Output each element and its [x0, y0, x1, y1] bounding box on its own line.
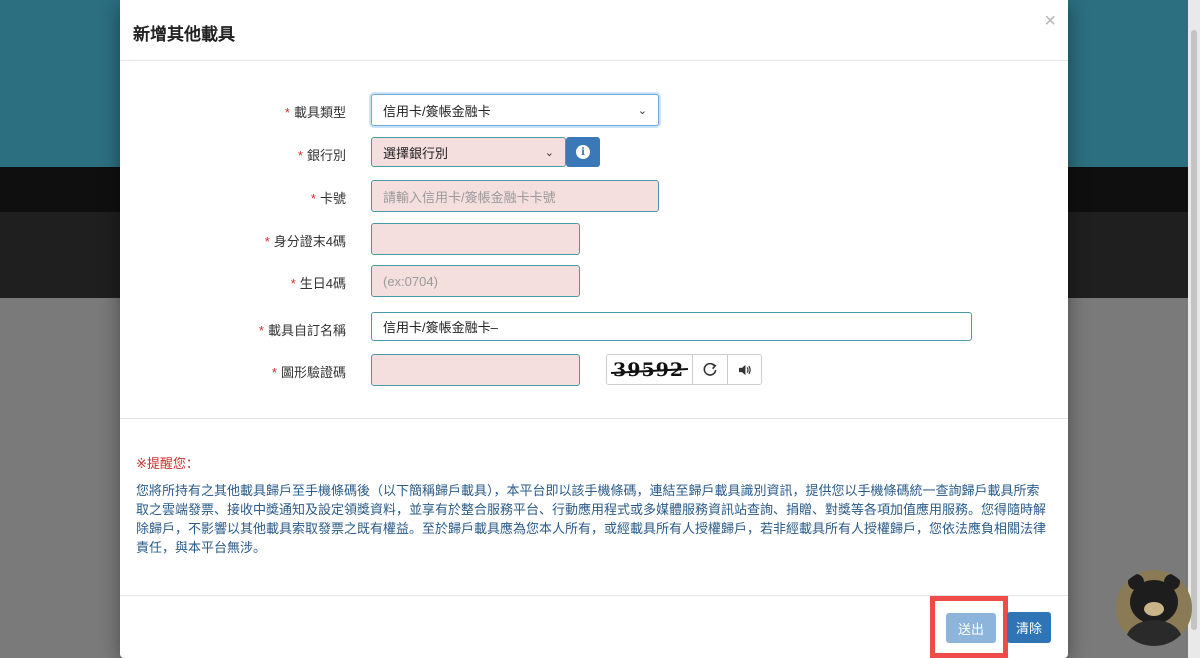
form-divider — [120, 418, 1068, 419]
close-icon[interactable]: × — [1044, 10, 1056, 33]
refresh-captcha-button[interactable] — [693, 355, 727, 384]
row-carrier-type: * 載具類型 信用卡/簽帳金融卡 ⌄ — [120, 94, 1068, 126]
mascot-body — [1126, 620, 1182, 646]
mascot-avatar[interactable] — [1116, 570, 1192, 646]
row-captcha: * 圖形驗證碼 — [120, 354, 1068, 386]
card-number-placeholder: 請輸入信用卡/簽帳金融卡卡號 — [383, 189, 556, 205]
birthday4-label: * 生日4碼 — [291, 273, 346, 292]
captcha-input[interactable] — [371, 354, 580, 386]
carrier-type-select[interactable]: 信用卡/簽帳金融卡 ⌄ — [371, 94, 659, 126]
required-mark: * — [264, 234, 270, 249]
reminder-text: 您將所持有之其他載具歸戶至手機條碼後（以下簡稱歸戶載具），本平台即以該手機條碼，… — [136, 483, 1047, 555]
custom-name-label: * 載具自訂名稱 — [259, 320, 346, 339]
birthday4-input[interactable]: (ex:0704) — [371, 265, 580, 297]
chevron-down-icon: ⌄ — [637, 104, 647, 117]
row-birthday4: * 生日4碼 (ex:0704) — [120, 265, 1068, 297]
card-number-label-text: 卡號 — [319, 191, 346, 206]
add-carrier-modal: 新增其他載具 × * 載具類型 信用卡/簽帳金融卡 ⌄ * 銀行別 選擇銀行別 ⌄ … — [120, 0, 1068, 658]
info-icon: i — [576, 145, 590, 159]
custom-name-input[interactable]: 信用卡/簽帳金融卡– — [371, 312, 972, 341]
required-mark: * — [297, 148, 303, 163]
footer-divider — [120, 595, 1068, 596]
id-last4-label: * 身分證末4碼 — [265, 231, 346, 250]
clear-button[interactable]: 清除 — [1007, 612, 1051, 643]
carrier-type-value: 信用卡/簽帳金融卡 — [383, 103, 491, 119]
captcha-group: 39592 — [606, 354, 762, 385]
id-last4-label-text: 身分證末4碼 — [273, 234, 346, 249]
bank-value: 選擇銀行別 — [383, 145, 449, 161]
submit-highlight-box — [930, 596, 1008, 658]
modal-title: 新增其他載具 — [133, 25, 235, 44]
chevron-down-icon: ⌄ — [544, 146, 554, 159]
custom-name-label-text: 載具自訂名稱 — [267, 323, 346, 338]
card-number-label: * 卡號 — [311, 188, 346, 207]
bank-select[interactable]: 選擇銀行別 ⌄ — [371, 137, 566, 167]
birthday4-placeholder: (ex:0704) — [383, 273, 438, 289]
reminder-title: ※提醒您： — [136, 456, 199, 471]
speaker-icon — [738, 364, 751, 375]
refresh-icon — [703, 362, 717, 376]
card-number-input[interactable]: 請輸入信用卡/簽帳金融卡卡號 — [371, 180, 659, 212]
bank-info-button[interactable]: i — [566, 137, 600, 167]
row-card-number: * 卡號 請輸入信用卡/簽帳金融卡卡號 — [120, 180, 1068, 212]
required-mark: * — [290, 276, 296, 291]
captcha-image: 39592 — [607, 355, 693, 384]
carrier-type-label: * 載具類型 — [285, 102, 346, 121]
required-mark: * — [258, 323, 264, 338]
required-mark: * — [284, 105, 290, 120]
captcha-label: * 圖形驗證碼 — [272, 362, 346, 381]
row-id-last4: * 身分證末4碼 — [120, 223, 1068, 255]
scrollbar-thumb[interactable] — [1191, 30, 1197, 630]
carrier-type-label-text: 載具類型 — [293, 105, 346, 120]
captcha-label-text: 圖形驗證碼 — [280, 365, 346, 380]
audio-captcha-button[interactable] — [727, 355, 761, 384]
modal-header: 新增其他載具 × — [120, 0, 1068, 61]
row-custom-name: * 載具自訂名稱 信用卡/簽帳金融卡– — [120, 312, 1068, 344]
birthday4-label-text: 生日4碼 — [299, 276, 346, 291]
mascot-snout — [1144, 602, 1164, 616]
page-scrollbar[interactable] — [1188, 0, 1200, 658]
id-last4-input[interactable] — [371, 223, 580, 255]
bank-label-text: 銀行別 — [306, 148, 346, 163]
required-mark: * — [271, 365, 277, 380]
bank-label: * 銀行別 — [298, 145, 346, 164]
custom-name-value: 信用卡/簽帳金融卡– — [383, 320, 498, 335]
required-mark: * — [310, 191, 316, 206]
